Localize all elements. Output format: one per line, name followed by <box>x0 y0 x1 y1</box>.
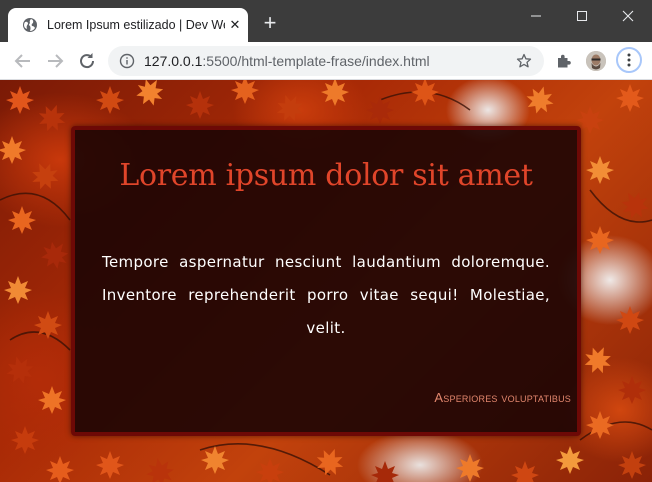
new-tab-button[interactable]: + <box>258 12 282 36</box>
url-host: 127.0.0.1 <box>144 53 203 69</box>
quote-title: Lorem ipsum dolor sit amet <box>119 158 533 193</box>
menu-button[interactable] <box>616 47 642 73</box>
quote-text: Tempore aspernatur nesciunt laudantium d… <box>102 253 550 337</box>
close-window-icon <box>622 10 634 22</box>
globe-icon <box>23 18 37 32</box>
close-window-button[interactable] <box>605 0 651 32</box>
info-icon[interactable] <box>119 53 135 69</box>
browser-titlebar: Lorem Ipsum estilizado | Dev Web ✕ + <box>0 0 652 42</box>
quote-author: Asperiores voluptatibus <box>434 390 571 405</box>
url-path: :5500/html-template-frase/index.html <box>202 53 430 69</box>
extensions-icon[interactable] <box>555 52 573 70</box>
maximize-icon <box>577 11 587 21</box>
forward-icon[interactable] <box>44 50 66 72</box>
back-icon[interactable] <box>12 50 34 72</box>
more-vert-icon <box>627 53 631 67</box>
browser-toolbar: 127.0.0.1:5500/html-template-frase/index… <box>0 42 652 80</box>
star-icon[interactable] <box>516 53 532 69</box>
browser-tab[interactable]: Lorem Ipsum estilizado | Dev Web ✕ <box>8 8 248 42</box>
minimize-button[interactable] <box>513 0 559 32</box>
profile-avatar[interactable] <box>586 51 606 71</box>
maximize-button[interactable] <box>559 0 605 32</box>
tab-title: Lorem Ipsum estilizado | Dev Web <box>47 18 225 32</box>
page-viewport: Lorem ipsum dolor sit amet Tempore asper… <box>0 80 652 482</box>
minimize-icon <box>531 15 541 17</box>
reload-icon[interactable] <box>76 50 98 72</box>
address-bar[interactable]: 127.0.0.1:5500/html-template-frase/index… <box>108 46 544 76</box>
avatar-image <box>586 51 606 71</box>
url-text: 127.0.0.1:5500/html-template-frase/index… <box>144 46 430 76</box>
close-icon[interactable]: ✕ <box>227 17 243 33</box>
quote-card: Lorem ipsum dolor sit amet Tempore asper… <box>71 126 581 436</box>
